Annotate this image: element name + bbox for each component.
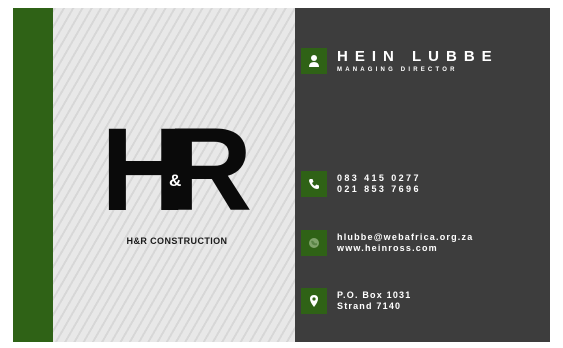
logo-letter-r: R (167, 104, 253, 236)
map-pin-icon (301, 288, 327, 314)
address-line-1: P.O. Box 1031 (337, 290, 412, 300)
website-url[interactable]: www.heinross.com (337, 243, 473, 254)
name-row: HEIN LUBBE MANAGING DIRECTOR (301, 48, 499, 74)
email-address[interactable]: hlubbe@webafrica.org.za (337, 232, 473, 243)
logo-ampersand: & (168, 171, 183, 190)
globe-icon (301, 230, 327, 256)
phone-number-1[interactable]: 083 415 0277 (337, 173, 421, 184)
phone-number-2[interactable]: 021 853 7696 (337, 184, 421, 195)
phone-row: 083 415 0277 021 853 7696 (301, 171, 421, 197)
person-title: MANAGING DIRECTOR (337, 66, 458, 73)
business-card: H R & H&R CONSTRUCTION HEIN LUBBE MANAGI… (13, 8, 550, 342)
address-line-2: Strand 7140 (337, 301, 402, 311)
person-name: HEIN LUBBE (337, 47, 499, 65)
address-row: P.O. Box 1031 Strand 7140 (301, 288, 411, 314)
left-striped-panel: H R & H&R CONSTRUCTION (53, 8, 295, 342)
green-side-stripe (13, 8, 53, 342)
company-name: H&R CONSTRUCTION (126, 236, 228, 246)
right-contact-panel: HEIN LUBBE MANAGING DIRECTOR 083 415 027… (295, 8, 550, 342)
web-row: hlubbe@webafrica.org.za www.heinross.com (301, 230, 473, 256)
hr-logo: H R & (101, 104, 253, 236)
person-icon (301, 48, 327, 74)
phone-icon (301, 171, 327, 197)
